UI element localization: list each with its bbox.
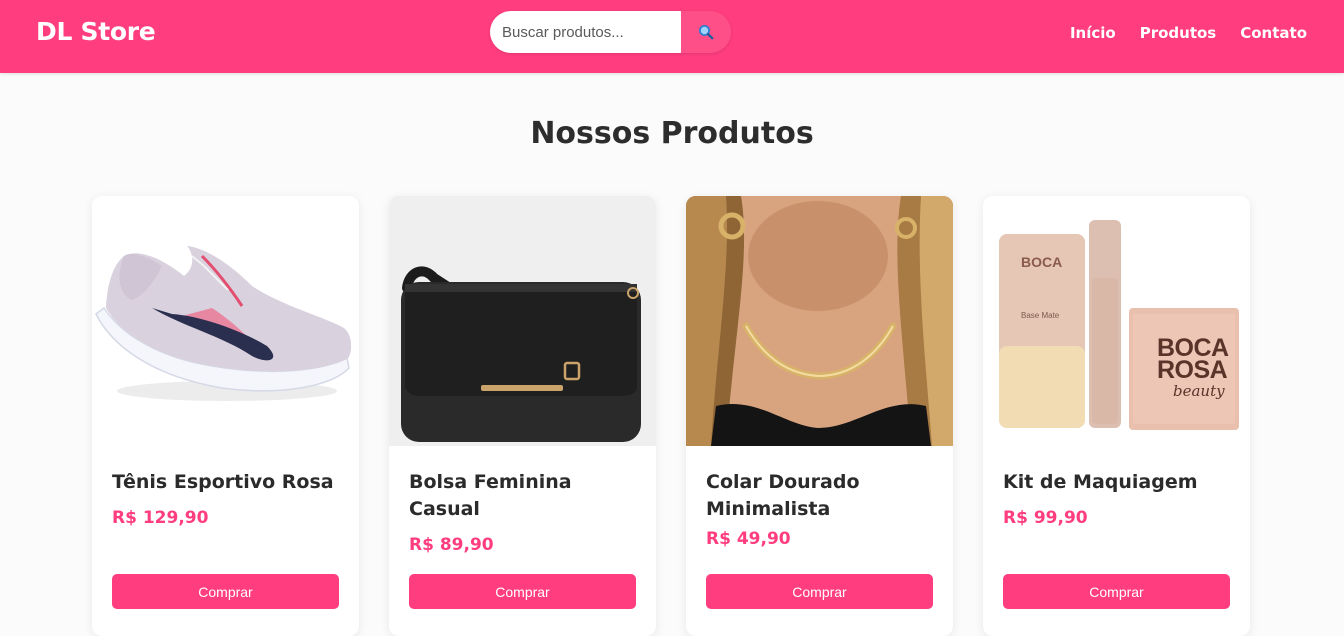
compact-brand-sub: beauty xyxy=(1173,382,1225,400)
header-bar: DL Store Início Produtos Contato xyxy=(0,0,1344,73)
product-name: Kit de Maquiagem xyxy=(1003,471,1198,493)
nav-link-produtos[interactable]: Produtos xyxy=(1140,24,1217,42)
store-logo[interactable]: DL Store xyxy=(36,17,156,46)
product-price: R$ 49,90 xyxy=(706,529,791,549)
foundation-label: BOCA xyxy=(1021,254,1063,270)
product-card: BOCA Base Mate BOCA ROSA beauty Kit de M… xyxy=(983,196,1250,636)
product-price: R$ 89,90 xyxy=(409,535,494,555)
product-price: R$ 99,90 xyxy=(1003,508,1088,528)
compact-brand-line2: ROSA xyxy=(1157,356,1228,384)
product-name: Tênis Esportivo Rosa xyxy=(112,471,334,493)
search-bar xyxy=(490,11,731,53)
search-button[interactable] xyxy=(681,11,731,53)
product-image-makeup-kit[interactable]: BOCA Base Mate BOCA ROSA beauty xyxy=(983,196,1250,446)
nav-link-inicio[interactable]: Início xyxy=(1070,24,1116,42)
buy-button[interactable]: Comprar xyxy=(706,574,933,609)
search-input[interactable] xyxy=(490,11,681,53)
buy-button[interactable]: Comprar xyxy=(112,574,339,609)
product-card: Bolsa Feminina Casual R$ 89,90 Comprar xyxy=(389,196,656,636)
buy-button[interactable]: Comprar xyxy=(409,574,636,609)
page-title: Nossos Produtos xyxy=(530,116,814,151)
buy-button[interactable]: Comprar xyxy=(1003,574,1230,609)
product-grid: Tênis Esportivo Rosa R$ 129,90 Comprar B… xyxy=(92,196,1250,636)
product-card: Colar Dourado Minimalista R$ 49,90 Compr… xyxy=(686,196,953,636)
product-image-sneaker[interactable] xyxy=(92,196,359,446)
product-image-necklace[interactable] xyxy=(686,196,953,446)
product-name: Colar Dourado Minimalista xyxy=(706,471,860,520)
product-image-handbag[interactable] xyxy=(389,196,656,446)
nav-link-contato[interactable]: Contato xyxy=(1240,24,1307,42)
product-name: Bolsa Feminina Casual xyxy=(409,471,572,520)
tube-label: Base Mate xyxy=(1021,311,1060,320)
product-price: R$ 129,90 xyxy=(112,508,209,528)
main-nav: Início Produtos Contato xyxy=(1070,24,1307,42)
product-card: Tênis Esportivo Rosa R$ 129,90 Comprar xyxy=(92,196,359,636)
search-icon xyxy=(699,25,714,40)
